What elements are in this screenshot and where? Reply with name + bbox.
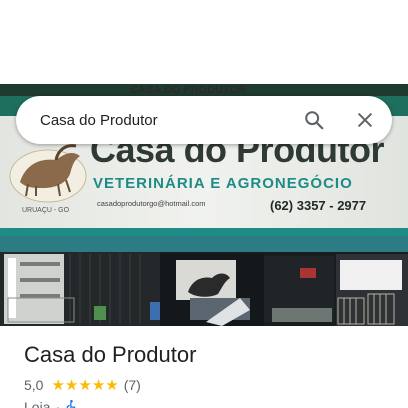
separator-dot: ·: [55, 399, 61, 408]
close-icon[interactable]: [353, 108, 377, 132]
place-title[interactable]: Casa do Produtor: [24, 342, 196, 368]
sign-phone: (62) 3357 - 2977: [270, 198, 366, 213]
place-category: Loja: [24, 399, 51, 408]
wheelchair-icon: [65, 399, 79, 408]
rating-row[interactable]: 5,0 ★ ★ ★ ★ ★ (7): [24, 376, 141, 394]
category-row: Loja ·: [24, 398, 79, 408]
sign-top-text: CASA DO PRODUTOR: [130, 84, 246, 96]
star-icon: ★: [78, 376, 92, 394]
sign-email: casadoprodutorgo@hotmail.com: [97, 199, 206, 208]
rating-value: 5,0: [24, 377, 44, 393]
search-input[interactable]: [40, 105, 290, 135]
search-bar[interactable]: [16, 96, 392, 144]
sign-subtitle: VETERINÁRIA E AGRONEGÓCIO: [93, 174, 353, 192]
star-icon: ★: [91, 376, 106, 394]
star-icon: ★: [105, 376, 119, 394]
review-count[interactable]: (7): [124, 377, 141, 393]
rating-stars: ★ ★ ★ ★ ★: [51, 378, 118, 393]
search-icon[interactable]: [302, 108, 326, 132]
star-icon: ★: [64, 376, 79, 394]
logo-caption: URUAÇU - GO: [22, 207, 70, 214]
star-icon: ★: [51, 376, 65, 394]
